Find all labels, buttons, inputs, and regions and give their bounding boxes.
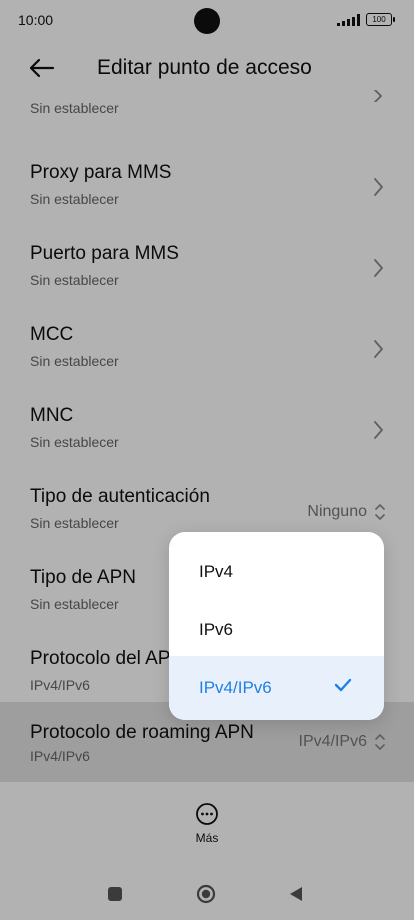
option-ipv4-ipv6[interactable]: IPv4/IPv6: [169, 656, 384, 720]
option-ipv6[interactable]: IPv6: [169, 598, 384, 658]
option-label: IPv4/IPv6: [199, 678, 272, 697]
protocol-options-popup: IPv4 IPv6 IPv4/IPv6: [169, 532, 384, 720]
option-label: IPv6: [199, 620, 234, 639]
option-label: IPv4: [199, 562, 234, 581]
option-ipv4[interactable]: IPv4: [169, 540, 384, 600]
checkmark-icon: [334, 678, 352, 692]
modal-scrim[interactable]: [0, 0, 414, 920]
screen: 10:00 100 Editar punto de acceso Sin est…: [0, 0, 414, 920]
